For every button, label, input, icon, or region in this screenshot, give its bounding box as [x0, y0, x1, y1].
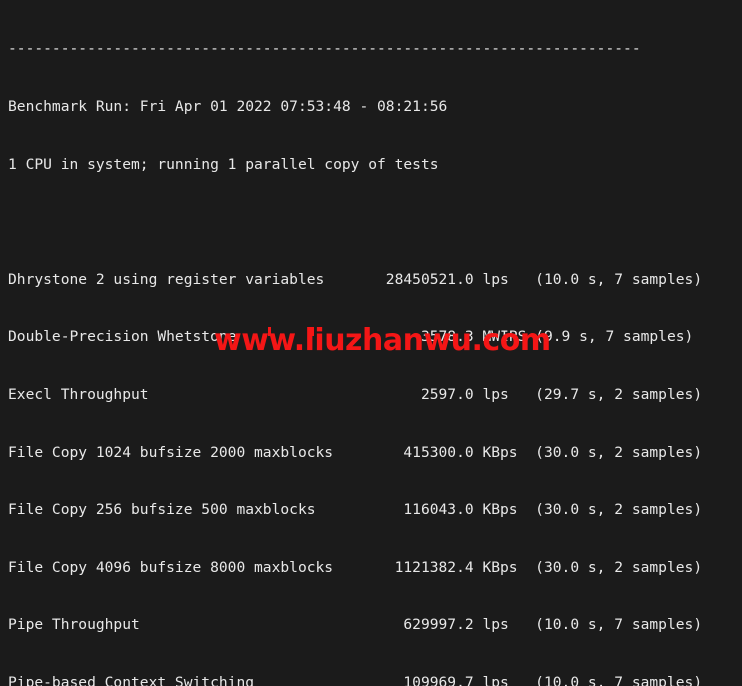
raw-row-context-switch: Pipe-based Context Switching 109969.7 lp…	[8, 673, 703, 686]
cpu-info-line: 1 CPU in system; running 1 parallel copy…	[8, 155, 439, 173]
benchmark-run-line: Benchmark Run: Fri Apr 01 2022 07:53:48 …	[8, 98, 448, 115]
raw-row-whetstone: Double-Precision Whetstone 3578.3 MWIPS …	[8, 328, 694, 346]
raw-row-execl: Execl Throughput 2597.0 lps (29.7 s, 2 s…	[8, 385, 703, 403]
raw-row-filecopy-4096: File Copy 4096 bufsize 8000 maxblocks 11…	[8, 558, 703, 576]
raw-row-pipe-throughput: Pipe Throughput 629997.2 lps (10.0 s, 7 …	[8, 616, 703, 634]
separator-line-top: ----------------------------------------…	[8, 40, 641, 58]
raw-row-filecopy-256: File Copy 256 bufsize 500 maxblocks 1160…	[8, 501, 703, 519]
terminal-output-text: ----------------------------------------…	[8, 1, 702, 686]
raw-row-dhrystone: Dhrystone 2 using register variables 284…	[8, 270, 703, 288]
terminal-window: ----------------------------------------…	[0, 0, 742, 686]
raw-row-filecopy-1024: File Copy 1024 bufsize 2000 maxblocks 41…	[8, 443, 703, 461]
